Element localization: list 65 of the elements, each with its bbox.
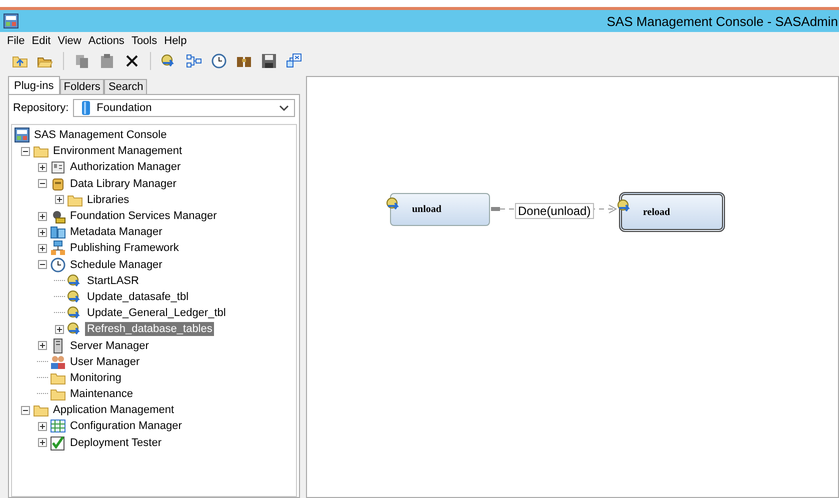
tree-item[interactable]: Deployment Tester bbox=[68, 436, 164, 450]
expand-icon[interactable] bbox=[38, 244, 47, 253]
tree-item[interactable]: Data Library Manager bbox=[68, 176, 178, 191]
copy-icon[interactable] bbox=[74, 53, 90, 69]
tree-item[interactable]: Application Management bbox=[51, 403, 176, 418]
collapse-icon[interactable] bbox=[21, 146, 30, 156]
repository-label: Repository: bbox=[13, 102, 69, 114]
tree-item[interactable]: Libraries bbox=[85, 192, 132, 207]
menu-item[interactable]: Tools bbox=[130, 34, 158, 46]
tab[interactable]: Folders bbox=[60, 79, 104, 94]
expand-icon[interactable] bbox=[38, 212, 47, 221]
tree-item[interactable]: Environment Management bbox=[51, 144, 184, 158]
tab[interactable]: Plug-ins bbox=[8, 76, 60, 94]
menu-item[interactable]: View bbox=[56, 34, 82, 46]
tree-item[interactable]: Configuration Manager bbox=[68, 419, 184, 434]
tree-item[interactable]: Authorization Manager bbox=[68, 160, 183, 174]
menu-item[interactable]: Actions bbox=[87, 34, 126, 46]
tree-item[interactable]: Schedule Manager bbox=[68, 258, 164, 272]
diagram-icon[interactable] bbox=[286, 53, 302, 69]
cubes-icon bbox=[50, 224, 66, 240]
tree-item[interactable]: SAS Management Console bbox=[32, 128, 169, 142]
tree-item[interactable]: Publishing Framework bbox=[68, 241, 181, 256]
tree-item[interactable]: Refresh_database_tables bbox=[85, 322, 214, 336]
tree-item[interactable]: Metadata Manager bbox=[68, 225, 164, 240]
id-cards-icon bbox=[50, 159, 66, 176]
caret-icon bbox=[279, 104, 289, 112]
repository-dropdown[interactable]: Foundation bbox=[72, 99, 295, 117]
expand-icon[interactable] bbox=[38, 438, 47, 448]
window-title: SAS Management Console - SASAdmin bbox=[606, 14, 838, 28]
tree-item[interactable]: Foundation Services Manager bbox=[68, 209, 219, 224]
tree-item[interactable]: Update_General_Ledger_tbl bbox=[85, 306, 228, 320]
connector-label: Done(unload) bbox=[515, 203, 594, 219]
job-node[interactable]: reload bbox=[619, 192, 725, 232]
menu-item[interactable]: Help bbox=[163, 34, 188, 46]
clock-icon bbox=[50, 256, 66, 273]
tab[interactable]: Search bbox=[104, 79, 148, 94]
expand-icon[interactable] bbox=[55, 195, 64, 204]
expand-icon[interactable] bbox=[38, 228, 47, 237]
checkbox-icon bbox=[50, 434, 66, 451]
expand-icon[interactable] bbox=[38, 341, 47, 350]
expand-icon[interactable] bbox=[38, 422, 47, 431]
tree-item[interactable]: Server Manager bbox=[68, 338, 151, 353]
tree-item[interactable]: Update_datasafe_tbl bbox=[85, 290, 191, 304]
close-icon[interactable] bbox=[124, 53, 140, 69]
menu-item[interactable]: Edit bbox=[30, 34, 52, 46]
expand-icon[interactable] bbox=[55, 324, 64, 334]
collapse-icon[interactable] bbox=[38, 260, 47, 270]
flow-icon[interactable] bbox=[186, 53, 202, 69]
network-icon bbox=[50, 240, 66, 256]
tree-item[interactable]: User Manager bbox=[68, 354, 142, 369]
tree-item[interactable]: Maintenance bbox=[68, 387, 135, 402]
collapse-icon[interactable] bbox=[38, 179, 47, 188]
menu-item[interactable]: File bbox=[6, 34, 26, 46]
tree-item[interactable]: Monitoring bbox=[68, 370, 124, 385]
paste-icon[interactable] bbox=[99, 53, 115, 69]
expand-icon[interactable] bbox=[38, 162, 47, 172]
users-icon bbox=[50, 354, 66, 370]
app-icon bbox=[3, 13, 19, 29]
tree-item[interactable]: StartLASR bbox=[85, 274, 141, 288]
save-icon[interactable] bbox=[261, 53, 277, 69]
clock-icon[interactable] bbox=[211, 53, 227, 69]
cylinder-icon bbox=[50, 176, 66, 192]
console-icon bbox=[14, 127, 30, 144]
collapse-icon[interactable] bbox=[21, 406, 30, 415]
grid-icon bbox=[50, 418, 66, 434]
